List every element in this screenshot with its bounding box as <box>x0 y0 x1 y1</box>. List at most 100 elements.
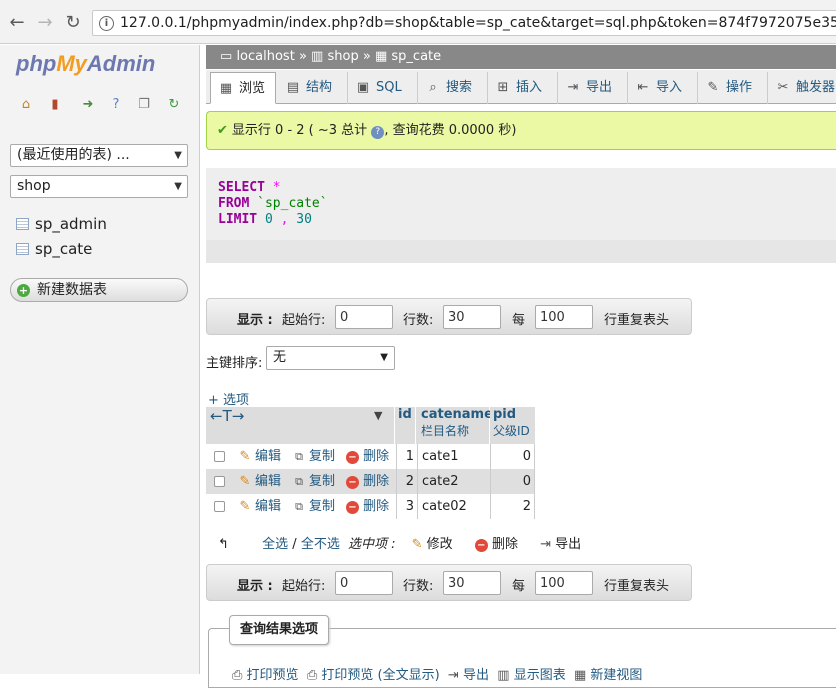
display-chart-link[interactable]: 显示图表 <box>514 668 566 683</box>
tab-triggers[interactable]: ✂ 触发器 <box>768 72 836 104</box>
cell-id[interactable]: 2 <box>396 469 416 494</box>
delete-icon: − <box>474 539 488 552</box>
sort-down-icon[interactable]: ▼ <box>374 409 382 422</box>
cell-catename[interactable]: cate02 <box>417 494 490 519</box>
column-header-id[interactable]: id <box>395 407 415 444</box>
arrow-up-left-icon: ↰ <box>218 537 229 552</box>
chevron-down-icon: ▼ <box>380 352 388 363</box>
table-icon: ▦ <box>374 49 388 64</box>
forward-arrow-icon[interactable]: → <box>34 12 56 34</box>
tab-structure[interactable]: ▤ 结构 <box>278 72 348 104</box>
database-select[interactable]: shop ▼ <box>10 175 188 198</box>
table-icon <box>16 218 29 230</box>
back-arrow-icon[interactable]: ← <box>6 12 28 34</box>
help-icon[interactable]: ? <box>371 126 385 139</box>
cell-pid[interactable]: 0 <box>490 444 535 469</box>
row-navigation-bottom: 显示 : 起始行: 行数: 每 行重复表头 <box>206 564 692 601</box>
tab-sql[interactable]: ▣ SQL <box>348 72 418 104</box>
tab-import[interactable]: ⇤ 导入 <box>628 72 698 104</box>
cell-catename[interactable]: cate2 <box>417 469 490 494</box>
new-table-button[interactable]: + 新建数据表 <box>10 278 188 302</box>
navigation-sidebar: phpMyAdmin ⌂ ▮ ➜ ? ❐ ↻ (最近使用的表) ... ▼ sho… <box>0 45 200 674</box>
tab-export[interactable]: ⇥ 导出 <box>558 72 628 104</box>
logout-icon[interactable]: ▮ <box>47 97 63 113</box>
pencil-icon: ✎ <box>411 537 423 552</box>
bulk-export-button[interactable]: ⇥ 导出 <box>540 537 581 552</box>
insert-icon: ⊞ <box>497 80 509 95</box>
url-text: 127.0.0.1/phpmyadmin/index.php?db=shop&t… <box>120 15 836 31</box>
edit-row-button[interactable]: ✎ 编辑 <box>238 444 281 469</box>
print-preview-full-link[interactable]: 打印预览 (全文显示) <box>321 668 439 683</box>
tab-operations[interactable]: ✎ 操作 <box>698 72 768 104</box>
options-link[interactable]: + 选项 <box>208 389 249 408</box>
browse-icon: ▦ <box>219 81 233 96</box>
delete-row-button[interactable]: − 删除 <box>346 444 389 469</box>
repeat-header-input[interactable] <box>535 305 593 329</box>
home-icon[interactable]: ⌂ <box>18 97 34 113</box>
bulk-delete-button[interactable]: − 删除 <box>474 537 518 552</box>
tab-search[interactable]: ⌕ 搜索 <box>418 72 488 104</box>
docs-icon[interactable]: ❐ <box>136 97 152 113</box>
tab-browse[interactable]: ▦ 浏览 <box>210 72 276 104</box>
start-row-input[interactable] <box>335 305 393 329</box>
cell-id[interactable]: 3 <box>396 494 416 519</box>
delete-row-button[interactable]: − 删除 <box>346 469 389 494</box>
copy-icon: ⧉ <box>295 450 303 463</box>
sort-by-key-select[interactable]: 无 ▼ <box>266 346 395 370</box>
cell-catename[interactable]: cate1 <box>417 444 490 469</box>
sidebar-item-sp-admin[interactable]: sp_admin <box>16 215 107 233</box>
delete-row-button[interactable]: − 删除 <box>346 494 389 519</box>
query-results-options-title: 查询结果选项 <box>229 615 330 645</box>
sql-line-limit: LIMIT 0 , 30 <box>218 212 312 227</box>
cell-id[interactable]: 1 <box>396 444 416 469</box>
edit-row-button[interactable]: ✎ 编辑 <box>238 494 281 519</box>
bulk-actions: ↰ 全选 / 全不选 选中项 : ✎ 修改 − 删除 ⇥ 导出 <box>218 537 582 552</box>
uncheck-all-link[interactable]: 全不选 <box>301 537 340 552</box>
export-link[interactable]: 导出 <box>463 668 489 683</box>
breadcrumb-server[interactable]: localhost <box>236 49 294 64</box>
refresh-icon[interactable]: ↻ <box>166 97 182 113</box>
chevron-down-icon: ▼ <box>174 150 182 161</box>
chevron-down-icon: ▼ <box>174 181 182 192</box>
edit-row-button[interactable]: ✎ 编辑 <box>238 469 281 494</box>
print-icon: ⎙ <box>232 668 243 683</box>
row-navigation-top: 显示 : 起始行: 行数: 每 行重复表头 <box>206 298 692 335</box>
cell-pid[interactable]: 2 <box>490 494 535 519</box>
reload-icon[interactable]: ↻ <box>62 12 84 34</box>
database-icon: ▥ <box>311 49 324 64</box>
help-icon[interactable]: ? <box>108 97 124 113</box>
column-header-pid[interactable]: pid 父级ID <box>490 407 535 444</box>
search-icon: ⌕ <box>429 80 437 95</box>
column-header-catename[interactable]: catename 栏目名称 <box>416 407 493 444</box>
server-icon: ▭ <box>220 49 233 64</box>
copy-row-button[interactable]: ⧉ 复制 <box>292 444 335 469</box>
sql-query-icon[interactable]: ➜ <box>80 97 96 113</box>
export-icon: ⇥ <box>540 537 552 552</box>
repeat-header-input[interactable] <box>535 571 593 595</box>
print-preview-link[interactable]: 打印预览 <box>247 668 299 683</box>
copy-row-button[interactable]: ⧉ 复制 <box>292 494 335 519</box>
phpmyadmin-logo[interactable]: phpMyAdmin <box>16 51 155 77</box>
recent-tables-select[interactable]: (最近使用的表) ... ▼ <box>10 144 188 167</box>
start-row-input[interactable] <box>335 571 393 595</box>
sidebar-item-sp-cate[interactable]: sp_cate <box>16 240 92 258</box>
bulk-modify-button[interactable]: ✎ 修改 <box>412 537 453 552</box>
breadcrumb-db[interactable]: shop <box>327 49 358 64</box>
browser-toolbar: ← → ↻ i 127.0.0.1/phpmyadmin/index.php?d… <box>0 0 836 44</box>
wrench-icon: ✎ <box>707 80 719 95</box>
tab-bar: ▦ 浏览 ▤ 结构 ▣ SQL ⌕ 搜索 ⊞ 插入 ⇥ 导出 ⇤ 导入 ✎ 操作 ✂ 触发器 <box>206 70 836 104</box>
tab-insert[interactable]: ⊞ 插入 <box>488 72 558 104</box>
delete-icon: − <box>346 501 359 514</box>
rows-count-input[interactable] <box>443 571 501 595</box>
cell-pid[interactable]: 0 <box>490 469 535 494</box>
sql-icon: ▣ <box>356 80 370 95</box>
breadcrumb-table[interactable]: sp_cate <box>391 49 441 64</box>
info-icon[interactable]: i <box>99 16 114 31</box>
address-bar[interactable]: i 127.0.0.1/phpmyadmin/index.php?db=shop… <box>92 10 836 36</box>
rows-count-input[interactable] <box>443 305 501 329</box>
column-arrows-icon[interactable]: ←T→ <box>210 407 244 425</box>
copy-row-button[interactable]: ⧉ 复制 <box>292 469 335 494</box>
structure-icon: ▤ <box>286 80 300 95</box>
create-view-link[interactable]: 新建视图 <box>590 668 642 683</box>
check-all-link[interactable]: 全选 <box>262 537 288 552</box>
